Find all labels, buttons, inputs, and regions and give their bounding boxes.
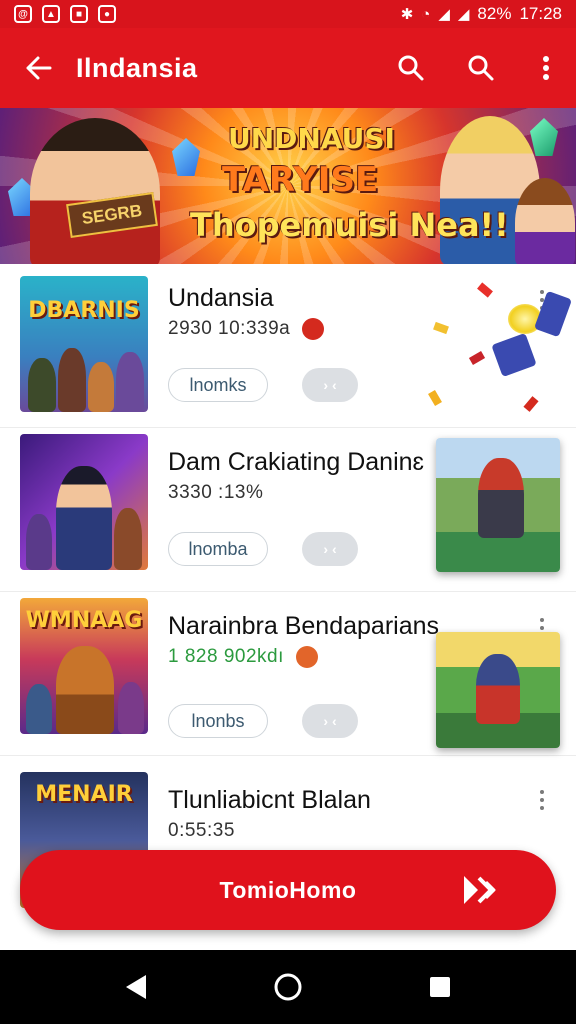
search-button-2[interactable] (446, 28, 516, 108)
item-title: Narainbra Bendaparians (168, 612, 440, 640)
chip-arrows-icon: › ‹ (323, 541, 337, 557)
badge-icon (295, 646, 318, 668)
item-title: Undansia (168, 284, 274, 312)
promo-banner[interactable]: SEGRB UNDNAUSI TARYISE Thopemuisi Nea!! (0, 108, 576, 264)
overflow-menu-button[interactable] (516, 28, 576, 108)
more-vert-icon (543, 56, 549, 80)
status-right: ✱ ◔ ◢ ◢ 82% 17:28 (401, 4, 562, 24)
item-title: Dam Crakiating Daninɛ (168, 448, 425, 476)
banner-hero-left (30, 118, 160, 264)
item-title: Tlunliabicnt Blalan (168, 786, 371, 814)
item-thumbnail (20, 434, 148, 570)
chip-arrows-icon: › ‹ (323, 713, 337, 729)
banner-title-line-2: TARYISE (222, 160, 379, 200)
item-pill-button[interactable]: lnomba (168, 532, 268, 566)
system-nav-bar (0, 950, 576, 1024)
action-label: TomioHomo (219, 876, 357, 903)
screen: @ ▲ ■ ● ✱ ◔ ◢ ◢ 82% 17:28 Ilndansia SEGR… (0, 0, 576, 1024)
status-left: @ ▲ ■ ● (14, 5, 116, 23)
item-meta: 0:55:35 (168, 820, 235, 841)
battery-percent: 82% (477, 4, 512, 23)
signal-icon: ◢ (457, 6, 470, 23)
notification-icon: @ (14, 5, 32, 23)
apple-icon (302, 318, 325, 340)
item-chip-button[interactable]: › ‹ (302, 532, 358, 566)
search-icon (468, 55, 494, 81)
signal-icon: ◢ (438, 6, 450, 23)
page-title: Ilndansia (76, 52, 198, 83)
fast-forward-icon (464, 876, 496, 904)
thumbnail-title: DBARNIS (28, 298, 140, 323)
item-chip-button[interactable]: › ‹ (302, 368, 358, 402)
item-thumbnail: DBARNIS (20, 276, 148, 412)
wifi-icon: ◔ (421, 5, 431, 23)
bluetooth-icon: ✱ (400, 6, 414, 23)
app-icon: ● (98, 5, 116, 23)
app-actions (376, 28, 576, 108)
gem-icon (530, 118, 558, 156)
item-meta: 1 828 902kdı (168, 646, 318, 668)
recents-icon (430, 977, 450, 997)
home-icon (274, 973, 302, 1001)
thumbnail-title: WMNAAG (25, 608, 143, 633)
item-meta: 2930 10:339a (168, 318, 325, 340)
item-more-button[interactable] (532, 788, 552, 812)
list-item[interactable]: WMNAAG Narainbra Bendaparians 1 828 902k… (0, 592, 576, 756)
item-meta-text: 1 828 902kdı (168, 646, 284, 668)
app-icon: ■ (70, 5, 88, 23)
banner-hero-kid (515, 178, 575, 264)
app-icon: ▲ (42, 5, 60, 23)
search-button[interactable] (376, 28, 446, 108)
list-item[interactable]: Dam Crakiating Daninɛ 3330 :13% lnomba ›… (0, 428, 576, 592)
nav-back-button[interactable] (106, 957, 166, 1017)
search-icon (398, 55, 424, 81)
thumbnail-characters (20, 342, 148, 412)
status-bar: @ ▲ ■ ● ✱ ◔ ◢ ◢ 82% 17:28 (0, 0, 576, 28)
banner-title-line-1: UNDNAUSI (228, 122, 395, 155)
primary-action-button[interactable]: TomioHomo (20, 850, 556, 930)
item-thumbnail: WMNAAG (20, 598, 148, 734)
banner-title-line-3: Thopemuisi Nea!! (190, 206, 509, 244)
back-button[interactable] (0, 28, 76, 108)
item-preview-image[interactable] (436, 438, 560, 572)
thumbnail-title: MENAIR (35, 782, 133, 807)
item-preview-image[interactable] (436, 632, 560, 748)
item-pill-button[interactable]: lnomks (168, 368, 268, 402)
item-meta: 3330 :13% (168, 482, 264, 503)
status-time: 17:28 (519, 4, 562, 23)
back-icon (126, 975, 146, 999)
gem-icon (172, 138, 200, 176)
item-chip-button[interactable]: › ‹ (302, 704, 358, 738)
arrow-left-icon (26, 56, 52, 80)
app-bar: Ilndansia (0, 28, 576, 108)
item-pill-button[interactable]: lnonbs (168, 704, 268, 738)
item-meta-text: 2930 10:339a (168, 318, 291, 340)
thumbnail-characters (20, 642, 148, 734)
chip-arrows-icon: › ‹ (323, 377, 337, 393)
nav-recents-button[interactable] (410, 957, 470, 1017)
nav-home-button[interactable] (258, 957, 318, 1017)
thumbnail-characters (20, 460, 148, 570)
